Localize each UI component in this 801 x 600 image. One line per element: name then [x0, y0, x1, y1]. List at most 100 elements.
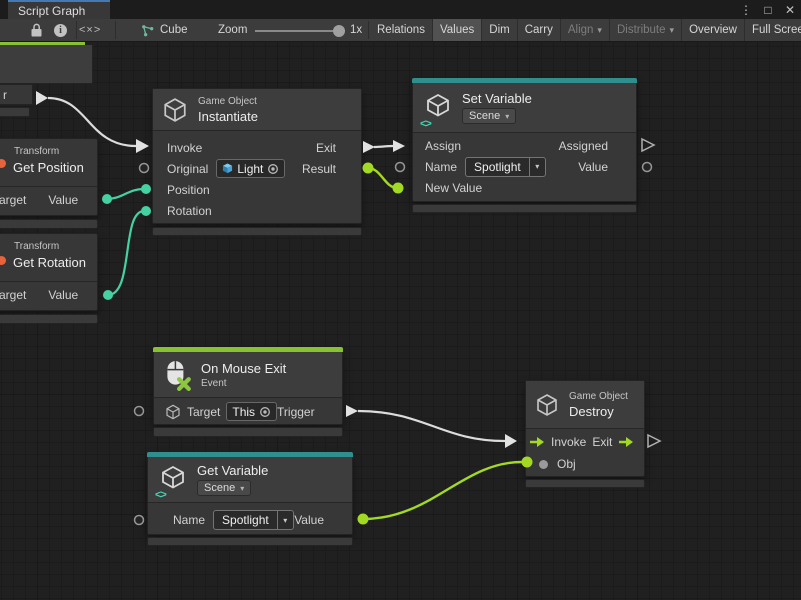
node-category: Transform: [14, 146, 97, 157]
port-label-original: Original: [167, 162, 208, 176]
port-label-obj: Obj: [557, 457, 576, 471]
tab-title: Script Graph: [18, 4, 85, 18]
title-bar: Script Graph ⋮ □ ✕: [0, 0, 801, 19]
zoom-slider-track[interactable]: [255, 30, 345, 32]
variable-scope-dropdown[interactable]: Scene ▾: [197, 480, 251, 496]
node-title: Instantiate: [198, 109, 258, 124]
dropdown-arrow-icon[interactable]: ▾: [277, 511, 293, 529]
zoom-value: 1x: [350, 19, 362, 41]
light-object-icon: [222, 163, 233, 174]
dropdown-arrow-icon: ▾: [240, 484, 244, 493]
node-category: Transform: [14, 241, 97, 252]
graph-reference-label: Cube: [160, 24, 188, 36]
window-menu-icon[interactable]: ⋮: [739, 3, 753, 17]
graph-reference[interactable]: Cube: [141, 19, 188, 41]
node-category: Game Object: [569, 391, 628, 402]
window-maximize-icon[interactable]: □: [761, 3, 775, 17]
graph-toolbar: i <×> Cube Zoom 1x Relations Values Dim: [0, 19, 801, 42]
original-field-value: Light: [237, 162, 263, 176]
original-object-field[interactable]: Light: [216, 159, 285, 178]
toolbar-button-carry[interactable]: Carry: [517, 19, 560, 41]
toolbar-separator: [76, 21, 77, 39]
node-footer: [0, 314, 98, 324]
target-field-value: This: [232, 405, 255, 419]
info-button[interactable]: i: [54, 19, 67, 41]
dropdown-arrow-icon[interactable]: ▾: [529, 158, 545, 176]
lock-button[interactable]: [30, 19, 43, 41]
variable-name-value: Spotlight: [214, 511, 277, 529]
node-title: Destroy: [569, 404, 628, 419]
code-icon: <×>: [79, 24, 101, 36]
port-label-name: Name: [425, 160, 457, 174]
graph-canvas[interactable]: [0, 0, 801, 600]
node-footer: [412, 204, 637, 213]
node-get-rotation[interactable]: Transform Get Rotation Target Value: [0, 233, 98, 311]
variable-scope-dropdown[interactable]: Scene ▾: [462, 108, 516, 124]
game-object-cube-icon: [535, 393, 559, 417]
target-object-field[interactable]: This: [226, 402, 277, 421]
port-label-value: Value: [578, 160, 608, 174]
partial-node-footer: [0, 107, 30, 117]
toolbar-button-fullscreen[interactable]: Full Screen: [744, 19, 801, 41]
port-label-value: Value: [294, 513, 324, 527]
variable-name-combo[interactable]: Spotlight ▾: [213, 510, 294, 530]
node-destroy[interactable]: Game Object Destroy Invoke Exit Obj: [525, 380, 645, 477]
partial-node-port-row[interactable]: r: [0, 84, 33, 105]
script-graph-icon: [141, 24, 154, 37]
node-footer: [147, 537, 353, 546]
partial-node-header[interactable]: [0, 45, 93, 84]
scope-value: Scene: [204, 482, 235, 494]
lock-icon: [30, 23, 43, 38]
variable-name-combo[interactable]: Spotlight ▾: [465, 157, 546, 177]
node-footer: [525, 479, 645, 488]
toolbar-button-dim[interactable]: Dim: [481, 19, 516, 41]
node-instantiate[interactable]: Game Object Instantiate Invoke Exit Orig…: [152, 88, 362, 224]
port-label-exit: Exit: [592, 435, 612, 449]
node-on-mouse-exit[interactable]: On Mouse Exit Event Target This Tr: [153, 347, 343, 425]
variable-brackets-icon: <>: [155, 489, 166, 501]
node-title: Get Rotation: [13, 255, 97, 270]
toolbar-button-align[interactable]: Align ▾: [560, 19, 609, 41]
port-label-rotation: Rotation: [167, 204, 212, 218]
port-label-value: Value: [48, 288, 78, 302]
zoom-label: Zoom: [218, 19, 247, 41]
node-set-variable[interactable]: <> Set Variable Scene ▾ Assign Assigned …: [412, 78, 637, 202]
toolbar-button-values[interactable]: Values: [432, 19, 481, 41]
flow-in-arrow-icon: [529, 436, 545, 448]
port-label-assign: Assign: [425, 139, 461, 153]
toolbar-separator: [368, 21, 369, 39]
node-footer: [153, 427, 343, 437]
port-label-invoke: Invoke: [167, 141, 202, 155]
port-label-result: Result: [302, 162, 336, 176]
tab-script-graph[interactable]: Script Graph: [8, 0, 110, 19]
node-get-variable[interactable]: <> Get Variable Scene ▾ Name Spotlight ▾…: [147, 452, 353, 535]
partial-port-label: r: [3, 88, 7, 102]
node-get-position[interactable]: Transform Get Position Target Value: [0, 138, 98, 216]
port-label-target: Target: [187, 405, 220, 419]
port-label-position: Position: [167, 183, 210, 197]
info-icon: i: [54, 24, 67, 37]
game-object-cube-icon: [165, 404, 181, 420]
port-label-name: Name: [173, 513, 205, 527]
port-label-value: Value: [48, 193, 78, 207]
port-label-assigned: Assigned: [559, 139, 608, 153]
window-close-icon[interactable]: ✕: [783, 3, 797, 17]
toolbar-button-distribute[interactable]: Distribute ▾: [609, 19, 681, 41]
object-picker-icon[interactable]: [259, 406, 271, 418]
variable-name-value: Spotlight: [466, 158, 529, 176]
port-label-trigger: Trigger: [277, 405, 315, 419]
toolbar-button-relations[interactable]: Relations: [370, 19, 432, 41]
code-view-button[interactable]: <×>: [79, 19, 101, 41]
dropdown-arrow-icon: ▾: [597, 25, 602, 36]
flow-out-arrow-icon: [618, 436, 634, 448]
node-category: Game Object: [198, 96, 258, 107]
toolbar-button-overview[interactable]: Overview: [681, 19, 744, 41]
zoom-slider-handle[interactable]: [333, 25, 345, 37]
toolbar-separator: [115, 21, 116, 39]
node-title: Set Variable: [462, 91, 532, 106]
node-footer: [0, 219, 98, 229]
object-picker-icon[interactable]: [267, 163, 279, 175]
port-label-exit: Exit: [316, 141, 336, 155]
node-subtitle: Event: [201, 378, 286, 389]
port-label-target: Target: [0, 288, 26, 302]
